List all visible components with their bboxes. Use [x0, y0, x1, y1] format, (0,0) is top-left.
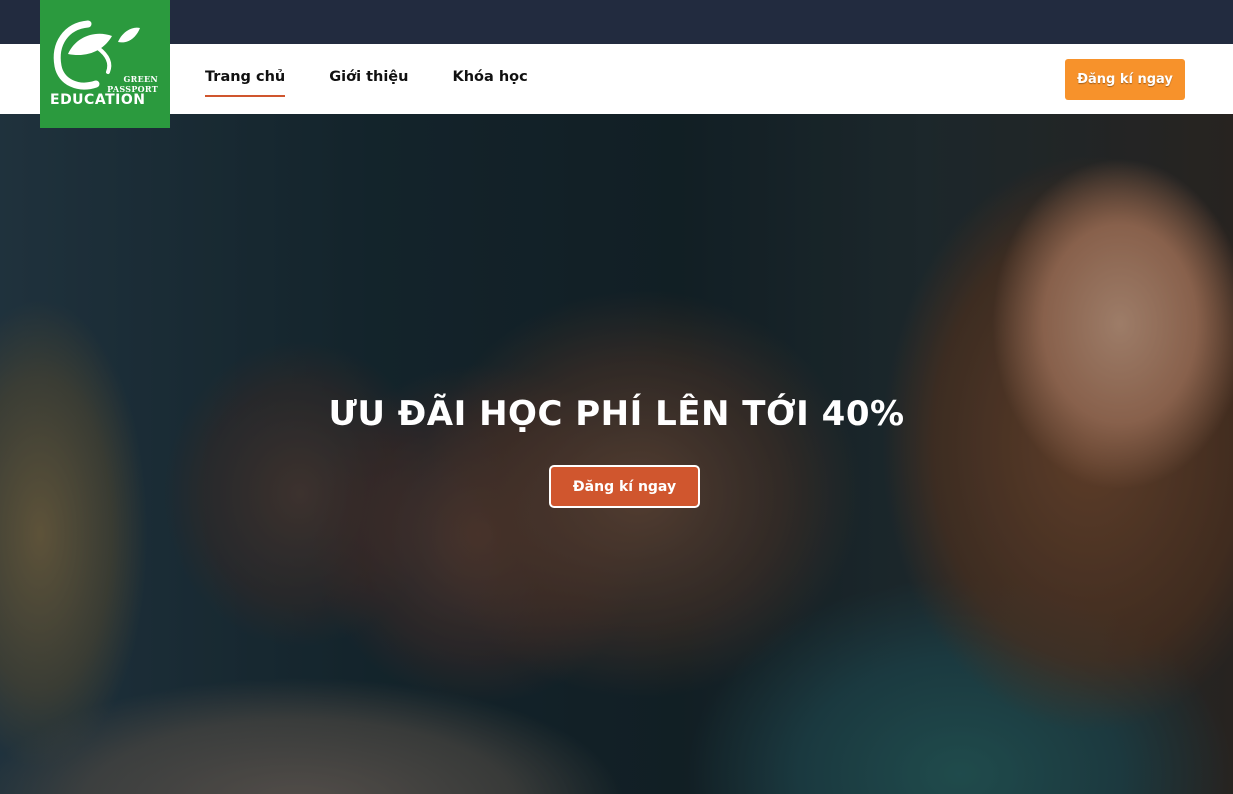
register-now-button[interactable]: Đăng kí ngay [1065, 59, 1185, 100]
main-nav: Trang chủ Giới thiệu Khóa học [205, 44, 572, 114]
navbar [0, 44, 1233, 114]
site-logo[interactable]: GREEN PASSPORT EDUCATION [40, 0, 170, 128]
logo-text-education: EDUCATION [50, 92, 146, 108]
hero-background-image [0, 114, 1233, 794]
nav-item-about[interactable]: Giới thiệu [329, 69, 408, 89]
nav-item-home[interactable]: Trang chủ [205, 69, 286, 97]
top-bar [0, 0, 1233, 44]
logo-text-green: GREEN [123, 74, 158, 84]
nav-item-courses[interactable]: Khóa học [452, 69, 527, 89]
hero-banner: ƯU ĐÃI HỌC PHÍ LÊN TỚI 40% Đăng kí ngay [0, 114, 1233, 794]
hero-title: ƯU ĐÃI HỌC PHÍ LÊN TỚI 40% [328, 394, 905, 434]
hero-register-button[interactable]: Đăng kí ngay [549, 465, 700, 508]
